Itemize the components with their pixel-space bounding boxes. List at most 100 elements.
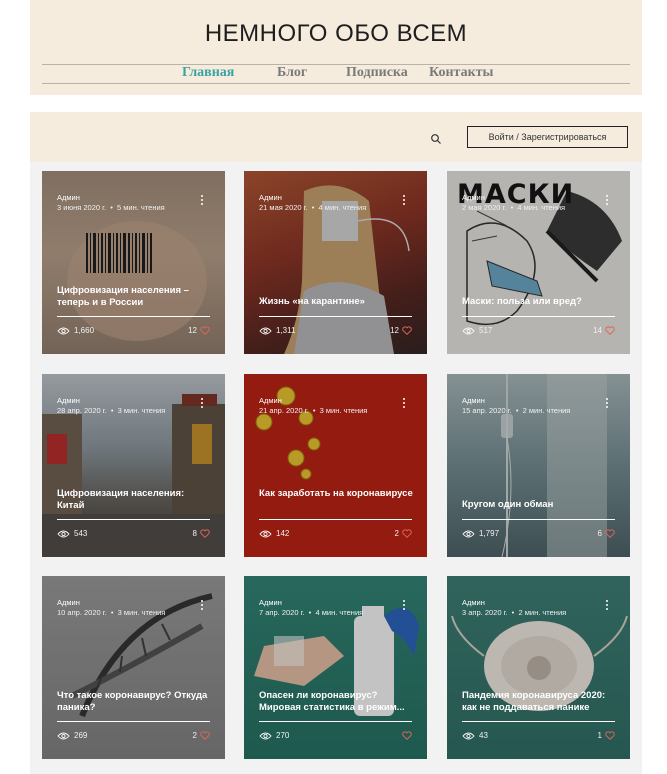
post-author[interactable]: Админ: [259, 598, 282, 607]
post-title[interactable]: Цифровизация населения: Китай: [57, 488, 212, 512]
post-card[interactable]: Админ 28 апр. 2020 г. • 3 мин. чтения Ци…: [42, 374, 225, 557]
post-read-time: 4 мин. чтения: [517, 203, 566, 212]
views-count: 1,797: [479, 529, 500, 538]
post-likes[interactable]: 2: [395, 529, 412, 538]
post-card[interactable]: Админ 15 апр. 2020 г. • 2 мин. чтения Кр…: [447, 374, 630, 557]
heart-icon[interactable]: [402, 529, 412, 538]
more-actions-icon[interactable]: [201, 600, 204, 612]
post-title[interactable]: Как заработать на коронавирусе: [259, 488, 414, 500]
heart-icon[interactable]: [200, 326, 210, 335]
more-actions-icon[interactable]: [606, 600, 609, 612]
post-likes[interactable]: 12: [188, 326, 210, 335]
post-likes[interactable]: 8: [193, 529, 210, 538]
post-card[interactable]: МАСКИ Админ 2 мая 2020 г. • 4 мин. чтени…: [447, 171, 630, 354]
post-date: 3 июня 2020 г.: [57, 203, 107, 212]
views-count: 1,660: [74, 326, 95, 335]
card-divider: [462, 721, 615, 722]
nav-item-blog[interactable]: Блог: [277, 65, 307, 81]
post-author[interactable]: Админ: [57, 396, 80, 405]
card-divider: [259, 721, 412, 722]
heart-icon[interactable]: [402, 326, 412, 335]
nav-item-subscribe[interactable]: Подписка: [346, 65, 408, 81]
heart-icon[interactable]: [605, 731, 615, 740]
post-likes[interactable]: 1: [598, 731, 615, 740]
post-read-time: 2 мин. чтения: [522, 406, 571, 415]
post-author[interactable]: Админ: [57, 598, 80, 607]
post-read-time: 3 мин. чтения: [319, 406, 368, 415]
post-likes[interactable]: 2: [193, 731, 210, 740]
post-views: 517: [462, 326, 492, 335]
post-author[interactable]: Админ: [57, 193, 80, 202]
post-likes[interactable]: 14: [593, 326, 615, 335]
views-count: 1,311: [276, 326, 296, 335]
post-card[interactable]: Админ 21 мая 2020 г. • 4 мин. чтения Жиз…: [244, 171, 427, 354]
more-actions-icon[interactable]: [403, 398, 406, 410]
views-count: 142: [276, 529, 290, 538]
post-author[interactable]: Админ: [259, 396, 282, 405]
views-count: 517: [479, 326, 493, 335]
login-signup-button[interactable]: Войти / Зарегистрироваться: [467, 126, 628, 148]
post-title[interactable]: Цифровизация населения – теперь и в Росс…: [57, 285, 212, 309]
card-divider: [259, 316, 412, 317]
heart-icon[interactable]: [200, 529, 210, 538]
post-likes[interactable]: 12: [390, 326, 412, 335]
post-likes[interactable]: [399, 731, 412, 740]
post-title[interactable]: Жизнь «на карантине»: [259, 296, 414, 308]
likes-count: 12: [390, 326, 399, 335]
card-divider: [57, 519, 210, 520]
more-actions-icon[interactable]: [201, 195, 204, 207]
heart-icon[interactable]: [605, 529, 615, 538]
heart-icon[interactable]: [200, 731, 210, 740]
post-date: 15 апр. 2020 г.: [462, 406, 512, 415]
post-likes[interactable]: 6: [598, 529, 615, 538]
eye-icon: [259, 530, 272, 538]
post-views: 1,797: [462, 529, 499, 538]
post-title[interactable]: Пандемия коронавируса 2020: как не подда…: [462, 690, 617, 714]
post-meta: 10 апр. 2020 г. • 3 мин. чтения: [57, 608, 166, 617]
eye-icon: [462, 530, 475, 538]
post-title[interactable]: Что такое коронавирус? Откуда паника?: [57, 690, 212, 714]
post-author[interactable]: Админ: [462, 193, 485, 202]
heart-icon[interactable]: [605, 326, 615, 335]
card-divider: [57, 316, 210, 317]
views-count: 43: [479, 731, 488, 740]
likes-count: 12: [188, 326, 197, 335]
post-meta: 2 мая 2020 г. • 4 мин. чтения: [462, 203, 566, 212]
post-views: 270: [259, 731, 289, 740]
more-actions-icon[interactable]: [403, 600, 406, 612]
post-card[interactable]: Админ 21 апр. 2020 г. • 3 мин. чтения Ка…: [244, 374, 427, 557]
post-author[interactable]: Админ: [462, 396, 485, 405]
post-meta: 3 июня 2020 г. • 5 мин. чтения: [57, 203, 165, 212]
post-card[interactable]: Админ 7 апр. 2020 г. • 4 мин. чтения Опа…: [244, 576, 427, 759]
more-actions-icon[interactable]: [606, 398, 609, 410]
eye-icon: [259, 732, 272, 740]
post-views: 43: [462, 731, 488, 740]
site-title[interactable]: НЕМНОГО ОБО ВСЕМ: [30, 20, 642, 48]
search-icon[interactable]: [430, 133, 442, 145]
post-title[interactable]: Маски: польза или вред?: [462, 296, 617, 308]
heart-icon[interactable]: [402, 731, 412, 740]
post-title[interactable]: Опасен ли коронавирус? Мировая статистик…: [259, 690, 414, 714]
views-count: 543: [74, 529, 88, 538]
more-actions-icon[interactable]: [201, 398, 204, 410]
post-card[interactable]: Админ 3 июня 2020 г. • 5 мин. чтения Циф…: [42, 171, 225, 354]
eye-icon: [57, 530, 70, 538]
eye-icon: [57, 732, 70, 740]
post-card[interactable]: Админ 3 апр. 2020 г. • 2 мин. чтения Пан…: [447, 576, 630, 759]
post-views: 1,311: [259, 326, 295, 335]
post-title[interactable]: Кругом один обман: [462, 499, 617, 511]
nav-item-contacts[interactable]: Контакты: [429, 65, 493, 81]
more-actions-icon[interactable]: [403, 195, 406, 207]
more-actions-icon[interactable]: [606, 195, 609, 207]
post-meta: 15 апр. 2020 г. • 2 мин. чтения: [462, 406, 571, 415]
post-date: 28 апр. 2020 г.: [57, 406, 107, 415]
eye-icon: [462, 732, 475, 740]
post-author[interactable]: Админ: [259, 193, 282, 202]
nav-item-home[interactable]: Главная: [182, 65, 234, 81]
likes-count: 1: [597, 731, 602, 740]
views-count: 269: [74, 731, 88, 740]
post-card[interactable]: Админ 10 апр. 2020 г. • 3 мин. чтения Чт…: [42, 576, 225, 759]
post-meta: 7 апр. 2020 г. • 4 мин. чтения: [259, 608, 364, 617]
post-author[interactable]: Админ: [462, 598, 485, 607]
post-date: 2 мая 2020 г.: [462, 203, 507, 212]
